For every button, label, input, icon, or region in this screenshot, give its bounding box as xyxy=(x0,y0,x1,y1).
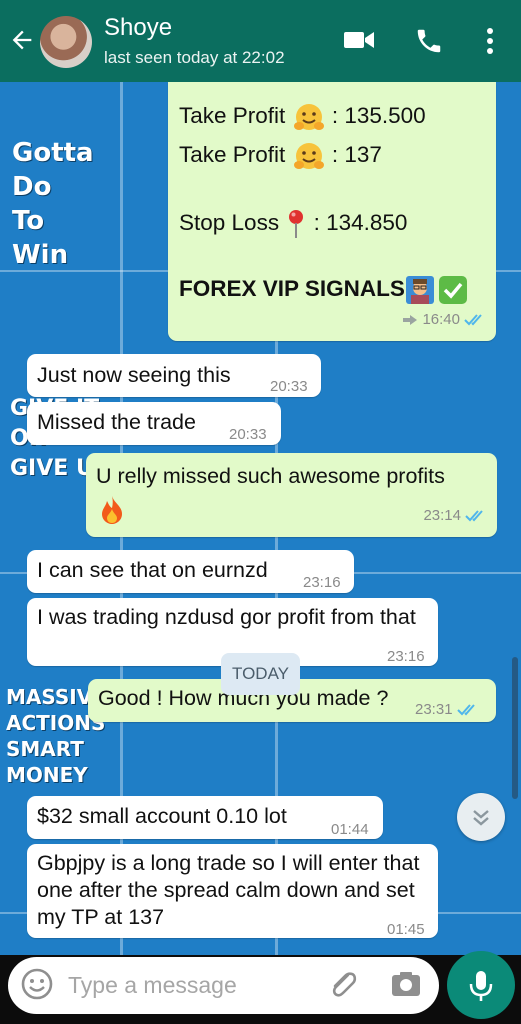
message-time: 23:16 xyxy=(303,574,341,591)
teacher-icon xyxy=(405,276,434,305)
message-text: U relly missed such awesome profits xyxy=(96,464,445,488)
read-ticks-icon xyxy=(465,510,483,522)
message-text: Just now seeing this xyxy=(37,363,231,387)
message-bubble[interactable]: I can see that on eurnzd 23:16 xyxy=(27,550,354,593)
message-text: $32 small account 0.10 lot xyxy=(37,804,287,828)
back-arrow-icon[interactable] xyxy=(8,26,36,54)
microphone-icon xyxy=(469,971,493,1001)
message-bubble[interactable]: Gbpjpy is a long trade so I will enter t… xyxy=(27,844,438,938)
wallpaper-text-gotta: Gotta Do To Win xyxy=(12,138,94,270)
video-call-icon[interactable] xyxy=(342,26,376,54)
scrollbar[interactable] xyxy=(512,657,518,799)
message-input[interactable] xyxy=(68,968,318,1002)
message-time: 23:14 xyxy=(423,502,487,529)
message-time: 23:16 xyxy=(387,648,425,665)
hugging-face-icon xyxy=(293,104,324,131)
signal-message-bubble[interactable]: Take Profit : 135.500 Take Profit : 137 … xyxy=(168,82,496,341)
forex-vip-title: FOREX VIP SIGNALS xyxy=(179,275,468,305)
message-bubble[interactable]: $32 small account 0.10 lot 01:44 xyxy=(27,796,383,839)
message-time: 01:45 xyxy=(387,921,425,938)
message-text: I was trading nzdusd gor profit from tha… xyxy=(37,605,416,629)
voice-call-icon[interactable] xyxy=(414,26,444,56)
take-profit-line-1: Take Profit : 135.500 xyxy=(179,102,426,132)
camera-icon[interactable] xyxy=(388,966,424,1002)
read-ticks-icon xyxy=(456,704,475,716)
fire-icon xyxy=(102,496,122,524)
message-time: 16:40 xyxy=(398,306,486,333)
scroll-to-bottom-button[interactable] xyxy=(457,793,505,841)
avatar[interactable] xyxy=(40,16,92,68)
message-bubble[interactable]: U relly missed such awesome profits 23:1… xyxy=(86,453,497,537)
chat-area[interactable]: Gotta Do To Win GIVE IT OR GIVE UP MASSI… xyxy=(0,82,521,1024)
check-mark-icon xyxy=(438,276,467,305)
date-divider: TODAY xyxy=(221,653,300,695)
pushpin-icon xyxy=(289,210,304,238)
attachment-paperclip-icon[interactable] xyxy=(326,966,360,1002)
message-text: Missed the trade xyxy=(37,410,196,434)
double-chevron-down-icon xyxy=(473,810,489,826)
stop-loss-line: Stop Loss : 134.850 xyxy=(179,208,407,240)
message-time: 01:44 xyxy=(331,821,369,838)
message-time: 20:33 xyxy=(270,378,308,395)
message-bubble[interactable]: Missed the trade 20:33 xyxy=(27,402,281,445)
message-text: I can see that on eurnzd xyxy=(37,558,268,582)
message-text: Gbpjpy is a long trade so I will enter t… xyxy=(37,851,420,929)
message-time: 20:33 xyxy=(229,426,267,443)
message-time: 23:31 xyxy=(415,696,479,723)
forwarded-icon xyxy=(403,315,418,326)
take-profit-line-2: Take Profit : 137 xyxy=(179,141,382,171)
contact-status[interactable]: last seen today at 22:02 xyxy=(104,48,285,68)
chat-header: Shoye last seen today at 22:02 xyxy=(0,0,521,82)
more-menu-icon[interactable] xyxy=(476,26,504,56)
voice-record-button[interactable] xyxy=(447,951,515,1019)
emoji-icon[interactable] xyxy=(19,966,55,1002)
hugging-face-icon xyxy=(293,143,324,170)
read-ticks-icon xyxy=(464,314,482,326)
contact-name[interactable]: Shoye xyxy=(104,14,172,42)
message-bubble[interactable]: Just now seeing this 20:33 xyxy=(27,354,321,397)
